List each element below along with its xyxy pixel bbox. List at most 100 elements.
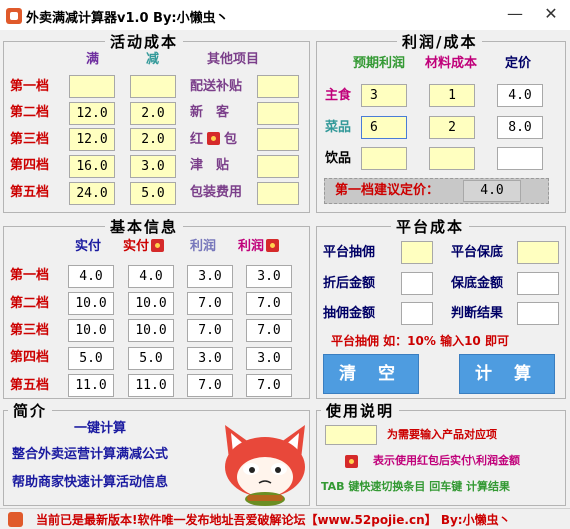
suggest-price-label: 第一档建议定价： [335,183,440,198]
col-header-material-cost: 材料成本 [425,56,478,71]
full-input-2[interactable]: 12.0 [69,102,115,125]
usage-yellow-sample [325,425,377,445]
calculate-button[interactable]: 计 算 [459,354,555,394]
col-header-expected-profit: 预期利润 [353,56,406,71]
commission-hint: 平台抽佣 如：10% 输入10 即可 [331,334,509,348]
packaging-fee-input[interactable] [257,182,299,205]
profit-output-3: 7.0 [187,319,233,342]
delivery-subsidy-input[interactable] [257,75,299,98]
guarantee-input[interactable] [517,241,559,264]
col-header-actual: 实付 [75,239,102,254]
dish-material-input[interactable]: 2 [429,116,475,139]
profit-rp-output-5: 7.0 [246,374,292,397]
basic-info-group: 基本信息 实付 实付 利润 利润 第一档 第二档 第三档 第四档 第五档 4.0… [3,216,310,399]
drink-expected-input[interactable] [361,147,407,170]
basic-tier-label-4: 第四档 [10,350,50,365]
judge-result-output [517,302,559,325]
profit-rp-output-4: 3.0 [246,347,292,370]
suggest-price-panel: 第一档建议定价： 4.0 [324,178,549,204]
red-packet-icon [266,239,280,252]
col-header-price: 定价 [505,56,532,71]
actual-rp-output-4: 5.0 [128,347,174,370]
commission-amount-label: 抽佣金额 [323,306,376,321]
status-text: 当前已是最新版本!软件唯一发布地址吾爱破解论坛【www.52pojie.cn】 … [36,513,511,527]
tier-label-2: 第二档 [10,105,50,120]
packaging-fee-label: 包装费用 [190,185,243,200]
allowance-input[interactable] [257,155,299,178]
new-customer-label: 新 客 [190,105,230,120]
usage-item-1: 为需要输入产品对应项 [387,428,497,441]
drink-label: 饮品 [325,151,352,166]
activity-cost-title: 活动成本 [105,31,184,52]
red-packet-label: 红包 [190,132,238,147]
actual-rp-output-2: 10.0 [128,292,174,315]
dish-label: 菜品 [325,120,352,135]
col-header-profit: 利润 [190,239,217,254]
actual-output-4: 5.0 [68,347,114,370]
intro-line-1: 一键计算 [74,421,127,436]
staple-expected-input[interactable]: 3 [361,84,407,107]
red-packet-icon [207,132,221,145]
full-input-5[interactable]: 24.0 [69,182,115,205]
profit-rp-output-3: 7.0 [246,319,292,342]
actual-output-1: 4.0 [68,265,114,288]
tier-label-1: 第一档 [10,79,50,94]
guarantee-amount-output [517,272,559,295]
discount-amount-output [401,272,433,295]
basic-tier-label-3: 第三档 [10,323,50,338]
commission-label: 平台抽佣 [323,245,376,260]
commission-amount-output [401,302,433,325]
app-icon [8,512,23,527]
tier-label-3: 第三档 [10,132,50,147]
red-packet-icon [151,239,165,252]
basic-tier-label-2: 第二档 [10,296,50,311]
fox-mascot-image [225,425,305,506]
staple-label: 主食 [325,88,352,103]
new-customer-input[interactable] [257,102,299,125]
actual-output-2: 10.0 [68,292,114,315]
profit-output-2: 7.0 [187,292,233,315]
commission-input[interactable] [401,241,433,264]
intro-title: 简介 [8,400,53,421]
full-input-3[interactable]: 12.0 [69,128,115,151]
tier-label-5: 第五档 [10,185,50,200]
tier-label-4: 第四档 [10,158,50,173]
actual-rp-output-3: 10.0 [128,319,174,342]
full-input-4[interactable]: 16.0 [69,155,115,178]
window-title: 外卖满减计算器v1.0 By:小懒虫丶 [26,11,229,26]
status-bar: 当前已是最新版本!软件唯一发布地址吾爱破解论坛【www.52pojie.cn】 … [0,508,570,529]
staple-material-input[interactable]: 1 [429,84,475,107]
judge-result-label: 判断结果 [451,306,504,321]
drink-price-output [497,147,543,170]
actual-output-5: 11.0 [68,374,114,397]
red-packet-input[interactable] [257,128,299,151]
col-header-actual-rp: 实付 [123,237,165,257]
profit-cost-title: 利润/成本 [397,31,483,52]
minimize-button[interactable]: — [498,0,532,30]
platform-cost-title: 平台成本 [391,216,470,237]
minus-input-4[interactable]: 3.0 [130,155,176,178]
title-bar: 外卖满减计算器v1.0 By:小懒虫丶 — ✕ [0,0,570,30]
basic-tier-label-5: 第五档 [10,378,50,393]
profit-output-5: 7.0 [187,374,233,397]
minus-input-3[interactable]: 2.0 [130,128,176,151]
app-icon [6,8,22,24]
close-button[interactable]: ✕ [534,0,568,30]
drink-material-input[interactable] [429,147,475,170]
basic-tier-label-1: 第一档 [10,268,50,283]
dish-price-output: 8.0 [497,116,543,139]
platform-cost-group: 平台成本 平台抽佣 平台保底 折后金额 保底金额 抽佣金额 判断结果 平台抽佣 … [316,216,566,399]
dish-expected-input[interactable]: 6 [361,116,407,139]
full-input-1[interactable] [69,75,115,98]
minus-input-5[interactable]: 5.0 [130,182,176,205]
minus-input-2[interactable]: 2.0 [130,102,176,125]
actual-rp-output-1: 4.0 [128,265,174,288]
usage-title: 使用说明 [321,400,400,421]
red-packet-icon [345,455,358,468]
minus-input-1[interactable] [130,75,176,98]
basic-info-title: 基本信息 [105,216,184,237]
profit-output-1: 3.0 [187,265,233,288]
clear-button[interactable]: 清 空 [323,354,419,394]
usage-item-3: TAB 键快速切换条目 回车键 计算结果 [321,480,511,493]
guarantee-amount-label: 保底金额 [451,276,504,291]
